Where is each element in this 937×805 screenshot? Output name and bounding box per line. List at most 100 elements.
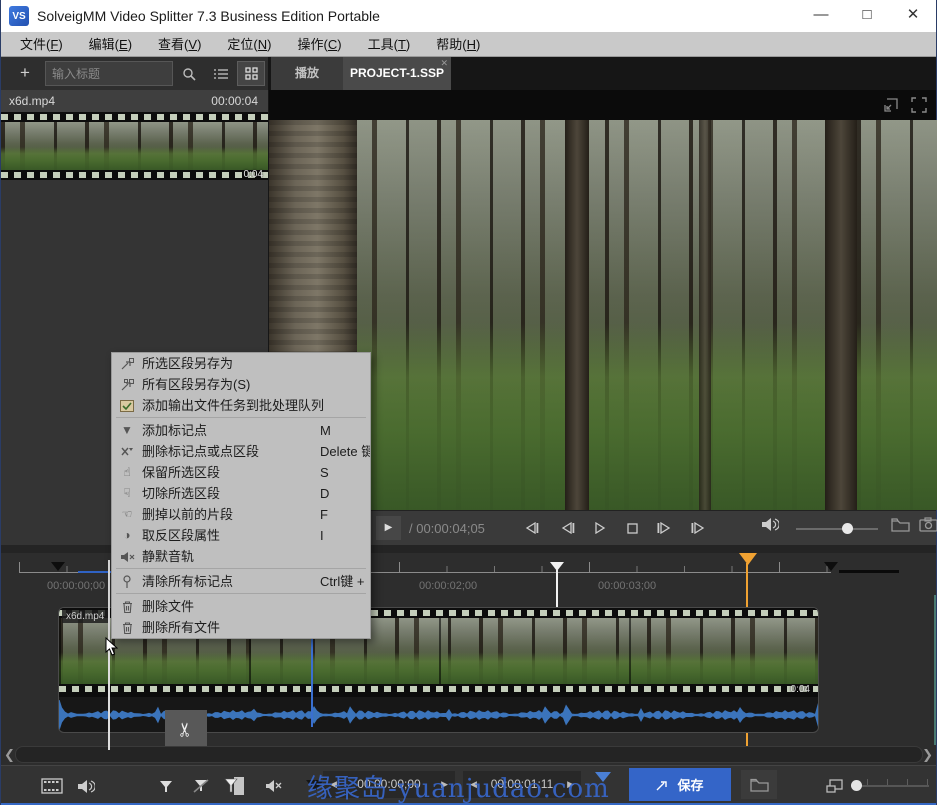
ctx-clear-all-markers[interactable]: 清除所有标记点 Ctrl键 +	[112, 571, 370, 592]
menu-help[interactable]: 帮助(H)	[423, 32, 493, 57]
tab-project[interactable]: PROJECT-1.SSP ✕	[343, 57, 451, 90]
step-back-button[interactable]	[555, 517, 581, 539]
open-folder-icon[interactable]	[891, 517, 911, 533]
minimize-button[interactable]: —	[798, 0, 844, 32]
ruler-label-0: 00:00:00;00	[47, 580, 105, 592]
split-tool-button[interactable]: ✂	[165, 710, 207, 748]
ctx-invert-fragment[interactable]: ◑ 取反区段属性 I	[112, 525, 370, 546]
media-file-name: x6d.mp4	[9, 90, 55, 112]
tab-close-icon[interactable]: ✕	[440, 58, 448, 68]
search-icon[interactable]	[175, 61, 203, 86]
add-marker-icon: ▼	[117, 420, 137, 441]
window-title: SolveigMM Video Splitter 7.3 Business Ed…	[37, 0, 380, 32]
ruler-label-3: 00:00:03;00	[598, 580, 656, 592]
close-button[interactable]: ✕	[890, 0, 936, 32]
clip-name-label: x6d.mp4	[62, 610, 108, 623]
timeline-scroll-right[interactable]: ❯	[922, 747, 933, 763]
filmstrip-sprockets-bottom	[1, 170, 268, 180]
search-input[interactable]	[45, 61, 173, 86]
delete-all-files-icon	[117, 617, 137, 638]
ctx-keep-fragment[interactable]: ☝ 保留所选区段 S	[112, 462, 370, 483]
timeline-right-edge	[934, 595, 936, 745]
save-icon	[656, 779, 669, 791]
ctx-mute-audio-track[interactable]: 静默音轨	[112, 546, 370, 567]
grid-view-icon[interactable]	[237, 61, 265, 86]
list-view-icon[interactable]	[207, 61, 235, 86]
ctx-add-to-batch-queue[interactable]: 添加输出文件任务到批处理队列	[112, 395, 370, 416]
video-header-strip	[269, 90, 936, 120]
volume-slider-track[interactable]	[796, 528, 878, 530]
snapshot-icon[interactable]	[919, 517, 937, 532]
delete-file-icon	[117, 596, 137, 617]
mute-button[interactable]	[259, 772, 289, 800]
save-fragment-icon	[117, 353, 137, 374]
remove-marker-button[interactable]	[186, 772, 216, 800]
context-menu: 所选区段另存为 所有区段另存为(S) 添加输出文件任务到批处理队列 ▼ 添加标记…	[111, 352, 371, 639]
clip-end-time-label: 0:04	[791, 684, 810, 696]
stop-button[interactable]	[619, 517, 645, 539]
scissors-icon: ✂	[174, 721, 197, 737]
filmstrip-sprockets-top	[1, 112, 268, 122]
mini-play-icon[interactable]: ▶	[376, 516, 401, 540]
play-button[interactable]	[587, 517, 613, 539]
ruler-out-of-media	[839, 570, 899, 573]
prev-keyframe-button[interactable]	[519, 517, 545, 539]
output-folder-button[interactable]	[741, 770, 777, 799]
cut-previous-icon: ☜	[117, 504, 137, 525]
delete-marker-icon	[117, 441, 137, 462]
menu-operations[interactable]: 操作(C)	[285, 32, 355, 57]
timeline-end-marker[interactable]	[824, 562, 838, 571]
media-file-duration: 00:00:04	[211, 90, 258, 112]
orange-marker[interactable]	[739, 553, 757, 565]
menu-edit[interactable]: 编辑(E)	[76, 32, 145, 57]
ctx-add-marker[interactable]: ▼ 添加标记点 M	[112, 420, 370, 441]
volume-slider-handle[interactable]	[842, 523, 853, 534]
add-marker-button[interactable]	[151, 772, 181, 800]
menu-tools[interactable]: 工具(T)	[355, 32, 424, 57]
volume-icon[interactable]	[761, 517, 779, 532]
bottom-toolbar: ◀ 00:00:00;00 ▶ ◀ 00:00:01:11 ▶ 保存 缘聚岛-y…	[1, 765, 936, 805]
clear-markers-icon	[117, 571, 137, 592]
ctx-delete-file[interactable]: 删除文件	[112, 596, 370, 617]
zoom-slider-handle[interactable]	[851, 780, 862, 791]
menu-file[interactable]: 文件(F)	[7, 32, 76, 57]
invert-fragment-icon: ◑	[117, 525, 137, 546]
ruler-label-2: 00:00:02;00	[419, 580, 477, 592]
ctx-cut-previous-part[interactable]: ☜ 删掉以前的片段 F	[112, 504, 370, 525]
detach-preview-icon[interactable]	[883, 97, 900, 114]
menu-navigate[interactable]: 定位(N)	[214, 32, 284, 57]
ctx-delete-marker[interactable]: 删除标记点或点区段 Delete 键	[112, 441, 370, 462]
batch-queue-icon	[117, 395, 137, 416]
tab-playback[interactable]: 播放	[271, 57, 343, 90]
menu-view[interactable]: 查看(V)	[145, 32, 214, 57]
next-keyframe-button[interactable]	[685, 517, 711, 539]
step-forward-button[interactable]	[651, 517, 677, 539]
filmstrip-image	[1, 122, 268, 170]
ctx-save-all-fragments[interactable]: 所有区段另存为(S)	[112, 374, 370, 395]
add-media-button[interactable]: +	[9, 61, 41, 86]
fullscreen-icon[interactable]	[911, 97, 928, 114]
timeline-scroll-left[interactable]: ❮	[4, 747, 15, 763]
trim-marker-button[interactable]	[219, 772, 249, 800]
zoom-slider-track[interactable]	[851, 785, 929, 787]
keep-fragment-icon: ☝	[117, 462, 137, 483]
video-track-icon[interactable]	[37, 772, 67, 800]
maximize-button[interactable]: □	[844, 0, 890, 32]
ctx-cut-fragment[interactable]: ☟ 切除所选区段 D	[112, 483, 370, 504]
ctx-delete-all-files[interactable]: 删除所有文件	[112, 617, 370, 638]
app-logo-icon: VS	[9, 6, 29, 26]
thumbnail-time-label: 0:04	[244, 169, 263, 180]
timeline-zoom-icon	[819, 772, 849, 800]
audio-track-icon[interactable]	[71, 772, 101, 800]
tabs-bar: 播放 PROJECT-1.SSP ✕	[269, 57, 936, 90]
timeline-scrollbar[interactable]	[15, 746, 923, 763]
timeline-start-marker[interactable]	[51, 562, 65, 571]
media-file-row[interactable]: x6d.mp4 00:00:04	[1, 90, 268, 112]
title-bar: VS SolveigMM Video Splitter 7.3 Business…	[1, 0, 936, 32]
media-filmstrip-thumbnail[interactable]: 0:04	[1, 112, 268, 180]
watermark-text: 缘聚岛-yuanjudao.com	[307, 768, 610, 805]
save-button[interactable]: 保存	[629, 768, 731, 801]
cut-fragment-icon: ☟	[117, 483, 137, 504]
app-window: VS SolveigMM Video Splitter 7.3 Business…	[0, 0, 937, 805]
ctx-save-selected-fragment[interactable]: 所选区段另存为	[112, 353, 370, 374]
